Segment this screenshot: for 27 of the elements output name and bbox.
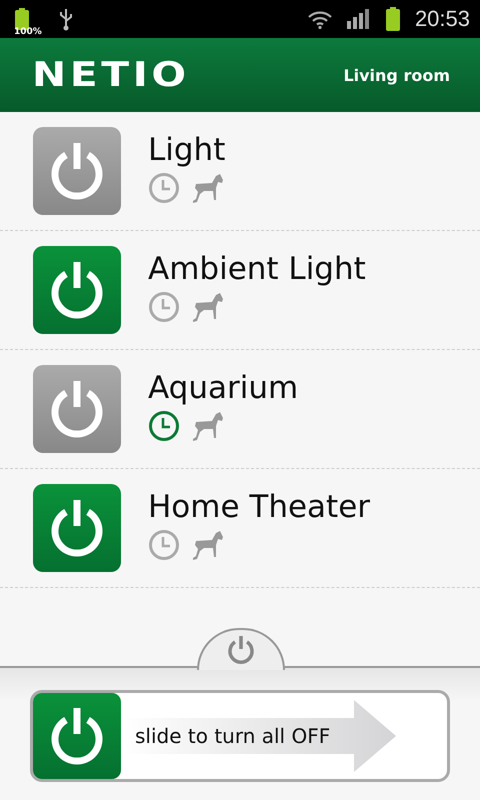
power-toggle[interactable] — [33, 246, 121, 334]
clock-icon[interactable] — [148, 291, 180, 323]
slider-label: slide to turn all OFF — [135, 724, 330, 748]
device-name: Light — [148, 132, 226, 168]
room-name[interactable]: Living room — [343, 66, 450, 84]
clock-icon[interactable] — [148, 172, 180, 204]
power-toggle[interactable] — [33, 127, 121, 215]
device-name: Aquarium — [148, 370, 298, 406]
dog-icon[interactable] — [190, 172, 224, 204]
dog-icon[interactable] — [190, 529, 224, 561]
device-name: Ambient Light — [148, 251, 366, 287]
signal-icon — [346, 9, 371, 29]
power-slider-handle[interactable] — [33, 693, 121, 779]
clock-icon[interactable] — [148, 529, 180, 561]
battery-icon — [384, 7, 401, 31]
power-toggle[interactable] — [33, 365, 121, 453]
clock-time: 20:53 — [414, 6, 470, 32]
battery-percentage: 100% — [14, 27, 42, 37]
power-toggle[interactable] — [33, 484, 121, 572]
dog-icon[interactable] — [190, 410, 224, 442]
device-name: Home Theater — [148, 489, 370, 525]
usb-icon — [58, 7, 74, 31]
slide-to-turn-off-slider[interactable]: slide to turn all OFF — [30, 690, 450, 782]
clock-icon[interactable] — [148, 410, 180, 442]
wifi-icon — [306, 9, 333, 29]
dog-icon[interactable] — [190, 291, 224, 323]
logo: NETIO — [32, 55, 190, 95]
